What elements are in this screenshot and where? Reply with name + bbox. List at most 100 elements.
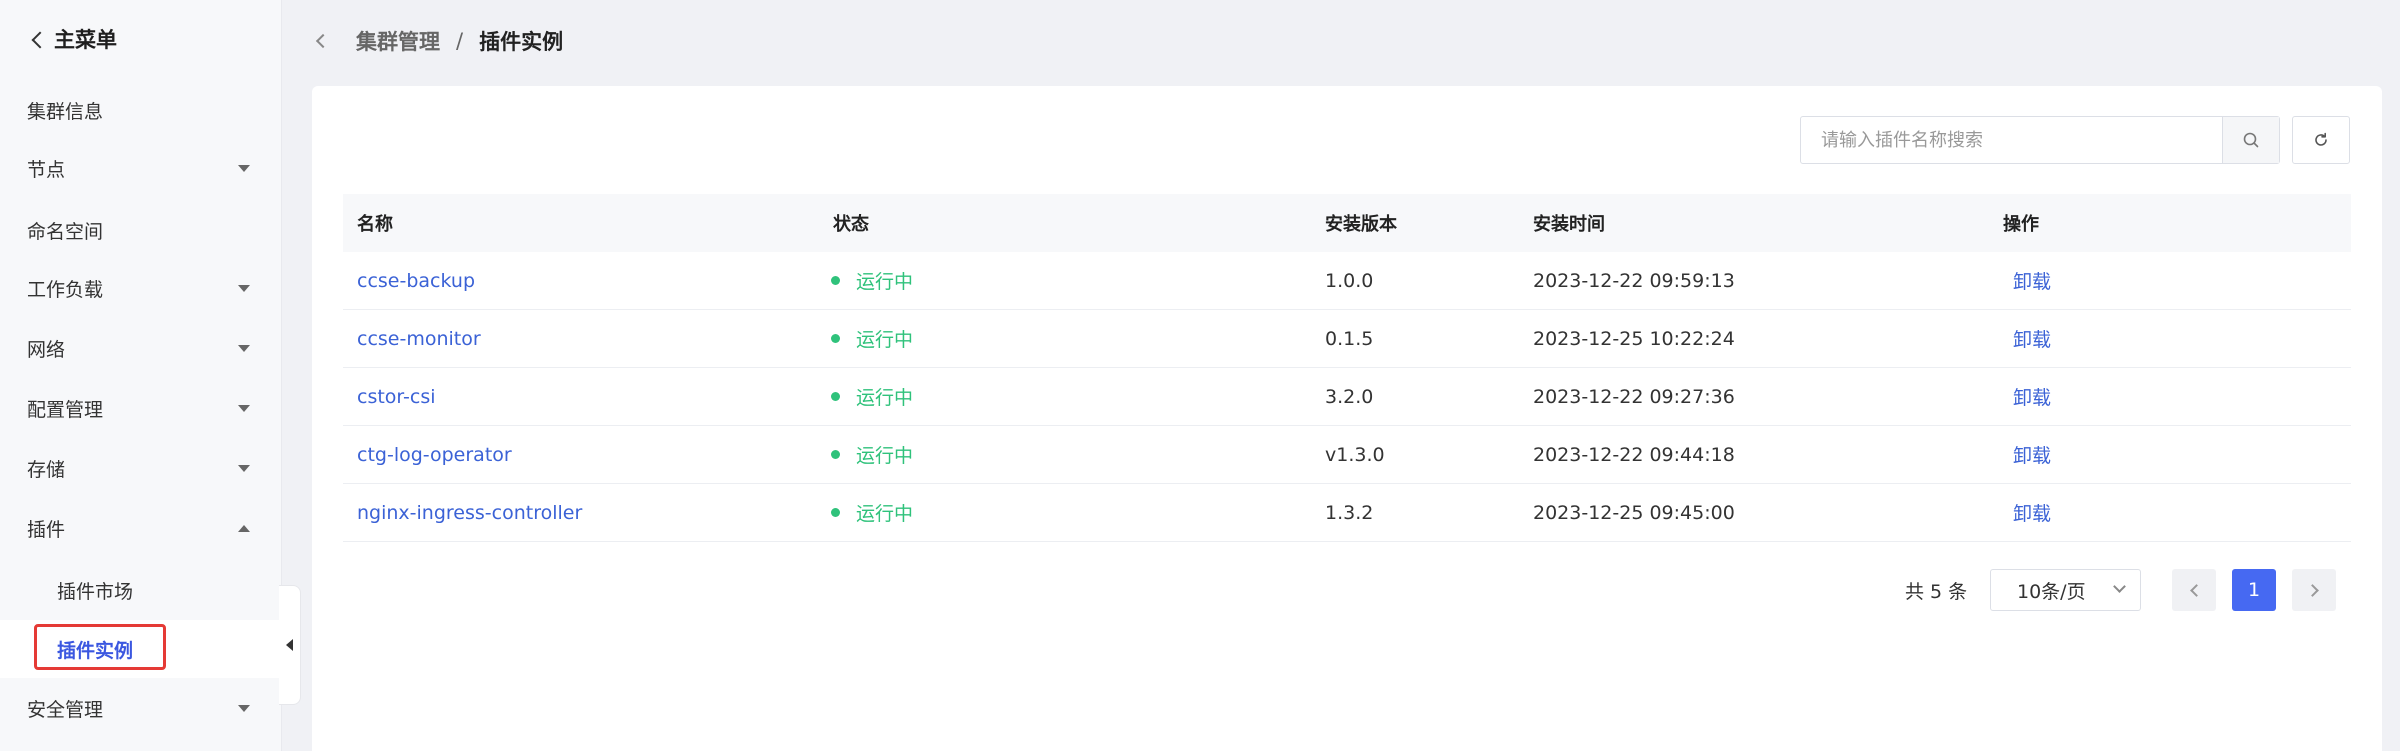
search-input[interactable]	[1801, 117, 2222, 163]
sidebar-item-label: 工作负载	[27, 278, 104, 301]
status-cell: 运行中	[817, 441, 1311, 468]
table-row: ctg-log-operator 运行中 v1.3.0 2023-12-22 0…	[343, 426, 2351, 484]
status-text: 运行中	[856, 503, 914, 525]
status-text: 运行中	[856, 445, 914, 467]
search-icon	[2243, 132, 2259, 148]
sidebar-item-security[interactable]: 安全管理	[0, 679, 282, 737]
sidebar-item-nodes[interactable]: 节点	[0, 139, 282, 197]
status-dot-icon	[831, 450, 840, 459]
sidebar-item-namespaces[interactable]: 命名空间	[0, 201, 282, 259]
install-time-cell: 2023-12-22 09:59:13	[1533, 269, 1735, 292]
sidebar-item-label: 插件	[27, 518, 66, 541]
sidebar-item-storage[interactable]: 存储	[0, 439, 282, 497]
sidebar-item-label: 存储	[27, 458, 66, 481]
plugin-name-link[interactable]: ctg-log-operator	[343, 444, 817, 466]
uninstall-link[interactable]: 卸载	[1989, 267, 2351, 294]
prev-page-button[interactable]	[2172, 569, 2216, 611]
sidebar-item-label: 节点	[27, 158, 66, 181]
sidebar-item-label: 命名空间	[27, 220, 104, 243]
table-row: cstor-csi 运行中 3.2.0 2023-12-22 09:27:36 …	[343, 368, 2351, 426]
status-dot-icon	[831, 508, 840, 517]
plugin-name-link[interactable]: nginx-ingress-controller	[343, 502, 817, 524]
chevron-left-icon	[31, 31, 49, 49]
column-header-version: 安装版本	[1325, 214, 1397, 235]
version-cell: v1.3.0	[1325, 443, 1385, 466]
caret-down-icon	[238, 405, 250, 412]
chevron-down-icon	[2113, 580, 2126, 593]
plugin-name-link[interactable]: ccse-backup	[343, 270, 817, 292]
sidebar-item-config[interactable]: 配置管理	[0, 379, 282, 437]
sidebar-item-network[interactable]: 网络	[0, 319, 282, 377]
sidebar-item-label: 配置管理	[27, 398, 104, 421]
caret-down-icon	[238, 165, 250, 172]
status-text: 运行中	[856, 329, 914, 351]
install-time-cell: 2023-12-25 09:45:00	[1533, 501, 1735, 524]
page-size-value: 10条/页	[2017, 580, 2086, 603]
version-cell: 1.3.2	[1325, 501, 1374, 524]
page-number-current[interactable]: 1	[2232, 569, 2276, 611]
status-dot-icon	[831, 276, 840, 285]
chevron-right-icon	[2305, 583, 2319, 597]
uninstall-link[interactable]: 卸载	[1989, 383, 2351, 410]
sidebar-item-label: 网络	[27, 338, 66, 361]
table-row: nginx-ingress-controller 运行中 1.3.2 2023-…	[343, 484, 2351, 542]
column-header-time: 安装时间	[1533, 214, 1605, 235]
status-cell: 运行中	[817, 499, 1311, 526]
status-cell: 运行中	[817, 267, 1311, 294]
plugin-name-link[interactable]: cstor-csi	[343, 386, 817, 408]
status-text: 运行中	[856, 271, 914, 293]
sidebar-item-label: 集群信息	[27, 100, 104, 123]
sidebar-item-plugins[interactable]: 插件	[0, 499, 282, 557]
plugin-name-link[interactable]: ccse-monitor	[343, 328, 817, 350]
version-cell: 3.2.0	[1325, 385, 1374, 408]
caret-down-icon	[238, 705, 250, 712]
sidebar-title: 主菜单	[54, 28, 117, 52]
sidebar: 主菜单 集群信息 节点 命名空间 工作负载 网络 配置管理 存储 插件 插件市场…	[0, 0, 282, 751]
breadcrumb: 集群管理 / 插件实例	[315, 24, 564, 58]
sidebar-item-workloads[interactable]: 工作负载	[0, 259, 282, 317]
search-button[interactable]	[2222, 117, 2279, 163]
table-row: ccse-backup 运行中 1.0.0 2023-12-22 09:59:1…	[343, 252, 2351, 310]
breadcrumb-separator: /	[456, 29, 464, 53]
uninstall-link[interactable]: 卸载	[1989, 441, 2351, 468]
status-dot-icon	[831, 334, 840, 343]
version-cell: 1.0.0	[1325, 269, 1374, 292]
status-text: 运行中	[856, 387, 914, 409]
version-cell: 0.1.5	[1325, 327, 1374, 350]
page-size-select[interactable]: 10条/页	[1990, 569, 2141, 611]
plugin-instances-table: 名称 状态 安装版本 安装时间 操作 ccse-backup 运行中 1.0.0…	[343, 194, 2351, 542]
table-header: 名称 状态 安装版本 安装时间 操作	[343, 194, 2351, 252]
highlight-box	[34, 624, 166, 670]
back-arrow-icon[interactable]	[315, 33, 331, 49]
refresh-icon	[2315, 132, 2327, 146]
main-menu-back[interactable]: 主菜单	[31, 24, 117, 54]
caret-down-icon	[238, 465, 250, 472]
chevron-left-icon	[2189, 583, 2203, 597]
column-header-actions: 操作	[2003, 214, 2039, 235]
column-header-name: 名称	[357, 214, 393, 235]
sidebar-collapse-toggle[interactable]	[279, 585, 301, 705]
caret-up-icon	[238, 525, 250, 532]
collapse-arrow-icon	[286, 639, 293, 651]
sidebar-item-label: 安全管理	[27, 698, 104, 721]
install-time-cell: 2023-12-22 09:27:36	[1533, 385, 1735, 408]
sidebar-item-plugin-market[interactable]: 插件市场	[0, 561, 282, 619]
uninstall-link[interactable]: 卸载	[1989, 499, 2351, 526]
table-row: ccse-monitor 运行中 0.1.5 2023-12-25 10:22:…	[343, 310, 2351, 368]
breadcrumb-current: 插件实例	[479, 30, 564, 54]
sidebar-item-label: 插件市场	[57, 580, 134, 603]
status-dot-icon	[831, 392, 840, 401]
status-cell: 运行中	[817, 325, 1311, 352]
breadcrumb-parent[interactable]: 集群管理	[356, 26, 440, 56]
refresh-button[interactable]	[2292, 116, 2350, 164]
caret-down-icon	[238, 345, 250, 352]
next-page-button[interactable]	[2292, 569, 2336, 611]
sidebar-item-cluster-info[interactable]: 集群信息	[0, 81, 282, 139]
install-time-cell: 2023-12-22 09:44:18	[1533, 443, 1735, 466]
column-header-status: 状态	[833, 214, 869, 235]
uninstall-link[interactable]: 卸载	[1989, 325, 2351, 352]
install-time-cell: 2023-12-25 10:22:24	[1533, 327, 1735, 350]
status-cell: 运行中	[817, 383, 1311, 410]
search-box	[1800, 116, 2280, 164]
caret-down-icon	[238, 285, 250, 292]
